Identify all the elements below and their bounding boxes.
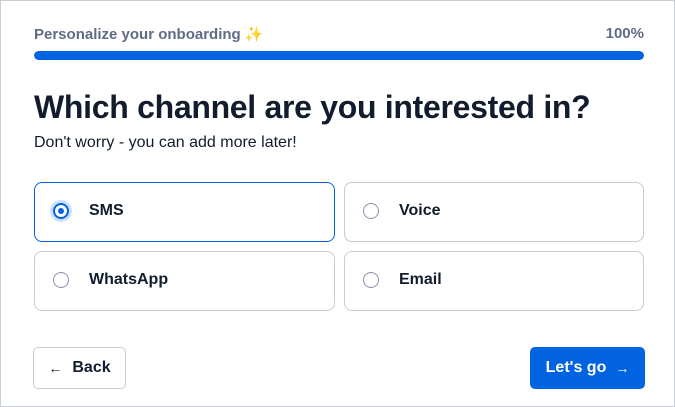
arrow-left-icon: ← [48,360,63,376]
channel-option-email[interactable]: Email [344,251,644,311]
arrow-right-icon: → [615,360,630,376]
channel-option-label: Voice [399,202,441,219]
channel-option-label: WhatsApp [89,271,169,288]
progress-title: Personalize your onboarding ✨ [34,25,263,43]
onboarding-card: Personalize your onboarding ✨ 100% Which … [0,0,675,407]
progress-header: Personalize your onboarding ✨ 100% [34,25,644,45]
progress-percent: 100% [605,25,644,42]
back-button[interactable]: ← Back [33,347,126,389]
progress-bar-fill [34,51,644,60]
page-subtitle: Don't worry - you can add more later! [34,134,297,151]
channel-option-label: Email [399,271,442,288]
channel-option-voice[interactable]: Voice [344,182,644,242]
channel-option-label: SMS [89,202,124,219]
channel-option-whatsapp[interactable]: WhatsApp [34,251,335,311]
lets-go-button[interactable]: Let's go → [530,347,645,389]
progress-title-text: Personalize your onboarding [34,26,241,43]
radio-sms[interactable] [53,203,69,219]
progress-bar [34,51,644,60]
lets-go-button-label: Let's go [545,359,607,376]
page-title: Which channel are you interested in? [34,89,591,125]
radio-whatsapp[interactable] [53,272,69,288]
radio-voice[interactable] [363,203,379,219]
radio-selected-dot [58,208,64,214]
channel-option-sms[interactable]: SMS [34,182,335,242]
radio-email[interactable] [363,272,379,288]
back-button-label: Back [72,359,111,376]
sparkles-icon: ✨ [244,26,264,43]
